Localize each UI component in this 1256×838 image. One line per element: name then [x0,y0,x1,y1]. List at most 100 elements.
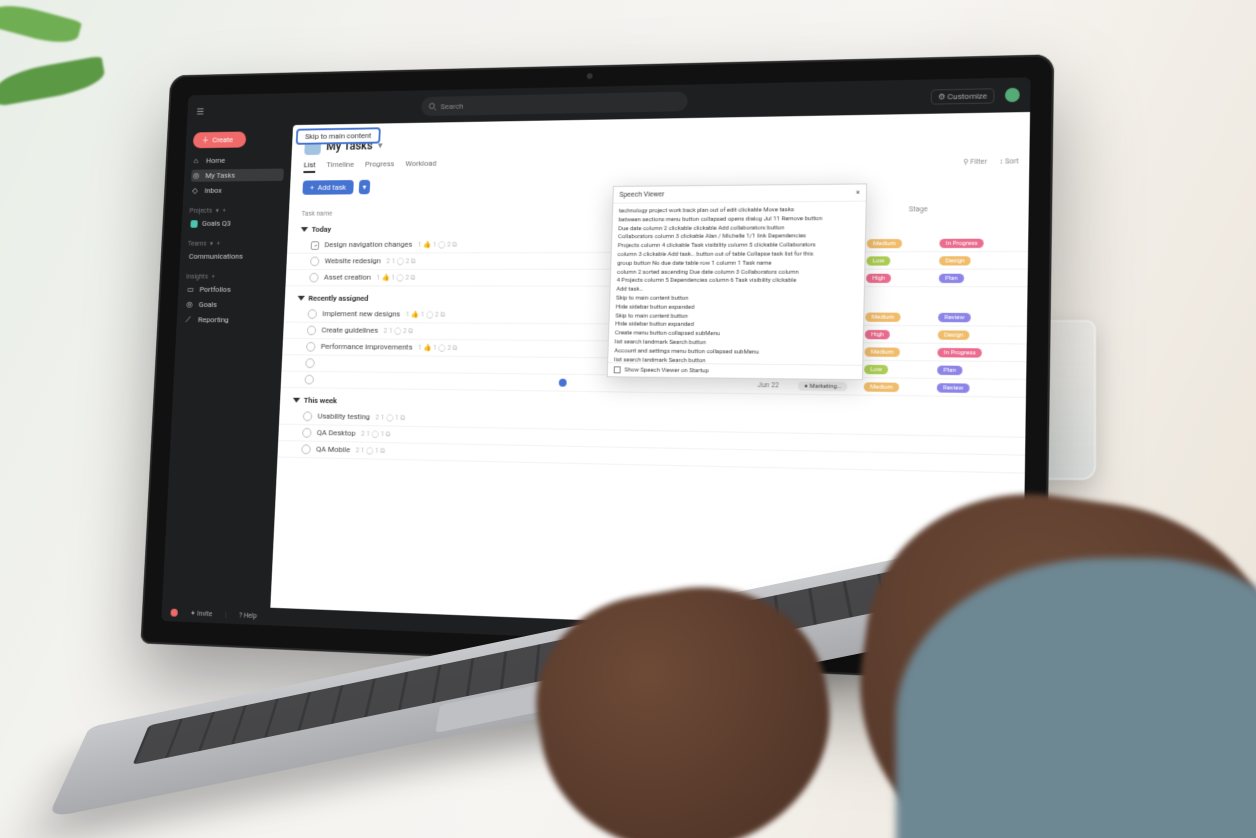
target-icon: ◎ [186,300,194,309]
close-icon[interactable]: × [856,189,860,197]
speech-line: Add task… [616,286,858,294]
priority-pill[interactable]: High [865,330,890,339]
sort-button[interactable]: ↕ Sort [999,157,1018,165]
search-placeholder: Search [440,101,463,110]
speech-line: technology project work back plan out of… [619,206,860,216]
speech-line: between sections menu button collapsed o… [619,215,860,224]
sidebar-head-projects[interactable]: Projects▾+ [189,206,282,214]
complete-checkbox[interactable] [302,428,312,438]
sidebar-item-inbox[interactable]: ◇Inbox [190,184,283,197]
sidebar-item-my-tasks[interactable]: ◎My Tasks [191,169,284,182]
stage-pill[interactable]: Review [938,313,971,322]
speech-line: group button No due date table row 1 col… [617,259,858,267]
home-icon: ⌂ [194,156,202,165]
view-tabs: List Timeline Progress Workload [303,151,1014,173]
task-name: Performance improvements 1 👍 1 ◯ 2 ⧉ [321,342,561,354]
speech-viewer-title: Speech Viewer [619,190,664,198]
list-controls: ⚲ Filter ↕ Sort [963,157,1019,166]
task-name: Create guidelines 2 1 ◯ 2 ⧉ [321,326,561,337]
speech-line: Projects column 4 clickable Task visibil… [618,241,859,250]
speech-line: 4 Projects column 5 Dependencies column … [617,277,858,285]
chevron-down-icon [301,227,308,232]
complete-checkbox[interactable] [306,342,316,352]
task-name: Asset creation 1 👍 1 ◯ 2 ⧉ [324,273,563,283]
add-task-dropdown[interactable]: ▾ [359,180,371,194]
priority-pill[interactable]: Medium [865,313,900,322]
stage-pill[interactable]: In Progress [937,348,982,358]
stage-pill[interactable]: Plan [939,274,964,283]
priority-pill[interactable]: Low [866,256,890,265]
hourglass-icon [311,241,320,250]
complete-checkbox[interactable] [304,375,314,385]
sidebar-item-reporting[interactable]: ⟋Reporting [184,313,277,326]
stage-pill[interactable]: Review [937,383,970,393]
tab-timeline[interactable]: Timeline [326,160,354,173]
speech-line: column 3 clickable Add task… button out … [617,250,858,258]
chevron-down-icon: ▾ [215,207,218,215]
stage-pill[interactable]: Design [939,256,971,265]
task-name: QA Mobile 2 1 ◯ 1 ⧉ [316,445,557,460]
complete-checkbox[interactable] [308,309,318,319]
col-stage[interactable]: Stage [909,205,1014,214]
check-circle-icon: ◎ [193,171,201,180]
project-color-chip [190,220,197,228]
project-tag[interactable]: ● Marketing… [798,381,847,391]
menu-icon[interactable] [196,107,204,116]
tab-workload[interactable]: Workload [405,159,437,172]
bell-icon: ◇ [192,186,200,195]
stage-pill[interactable]: Plan [937,366,962,376]
plus-icon[interactable]: + [211,273,215,281]
webcam [587,73,593,79]
stage-pill[interactable]: In Progress [939,239,984,248]
chevron-down-icon [297,296,304,301]
plus-icon[interactable]: + [216,240,220,248]
sidebar-item-goals-q3[interactable]: Goals Q3 [189,217,282,230]
task-name [320,359,560,370]
create-button[interactable]: ＋ Create [193,132,247,149]
search-icon [428,102,437,111]
priority-pill[interactable]: High [866,274,891,283]
speech-viewer-checkbox[interactable] [614,366,621,373]
complete-checkbox[interactable] [303,411,313,421]
speech-line: Skip to main content button [616,295,858,303]
sidebar-head-insights[interactable]: Insights+ [186,273,279,281]
speech-line: Hide sidebar button expanded [616,303,858,312]
plus-icon: ＋ [202,135,210,145]
complete-checkbox[interactable] [307,326,317,336]
sidebar-item-goals[interactable]: ◎Goals [184,298,277,311]
speech-line: Collaborators column 3 clickable Alan / … [618,232,859,241]
customize-button[interactable]: ⚙ Customize [931,88,995,104]
sidebar-item-home[interactable]: ⌂Home [192,153,285,166]
priority-pill[interactable]: Medium [864,347,899,357]
help-button[interactable]: ? Help [239,611,257,620]
sidebar-item-communications[interactable]: Communications [187,250,280,263]
complete-checkbox[interactable] [310,257,320,267]
priority-pill[interactable]: Medium [864,382,899,392]
priority-pill[interactable]: Medium [867,239,902,248]
due-date[interactable]: Jun 22 [757,381,798,390]
complete-checkbox[interactable] [309,273,319,283]
priority-pill[interactable]: Low [864,365,888,375]
global-search[interactable]: Search [421,92,688,117]
task-name: Design navigation changes 1 👍 1 ◯ 2 ⧉ [324,239,563,250]
task-name: Implement new designs 1 👍 1 ◯ 2 ⧉ [322,309,561,320]
app-logo-icon [170,609,178,617]
complete-checkbox[interactable] [305,358,315,368]
plus-icon[interactable]: + [222,207,226,215]
chart-icon: ⟋ [185,315,193,324]
skip-to-main-content-link[interactable]: Skip to main content [296,127,381,144]
sidebar-head-teams[interactable]: Teams▾+ [188,240,281,248]
tab-progress[interactable]: Progress [365,159,395,172]
invite-button[interactable]: ✦ Invite [190,609,212,618]
speech-viewer-window[interactable]: Speech Viewer × technology project work … [607,183,868,380]
add-task-button[interactable]: +Add task [302,180,353,195]
status-dot [559,379,567,387]
chevron-down-icon [293,398,301,403]
stage-pill[interactable]: Design [938,330,970,340]
avatar-top[interactable] [1005,88,1020,103]
tab-list[interactable]: List [303,161,315,173]
complete-checkbox[interactable] [301,444,311,454]
filter-button[interactable]: ⚲ Filter [963,158,987,166]
speech-line: Due date column 2 clickable clickable Ad… [618,224,859,233]
sidebar-item-portfolios[interactable]: ▭Portfolios [185,283,278,295]
